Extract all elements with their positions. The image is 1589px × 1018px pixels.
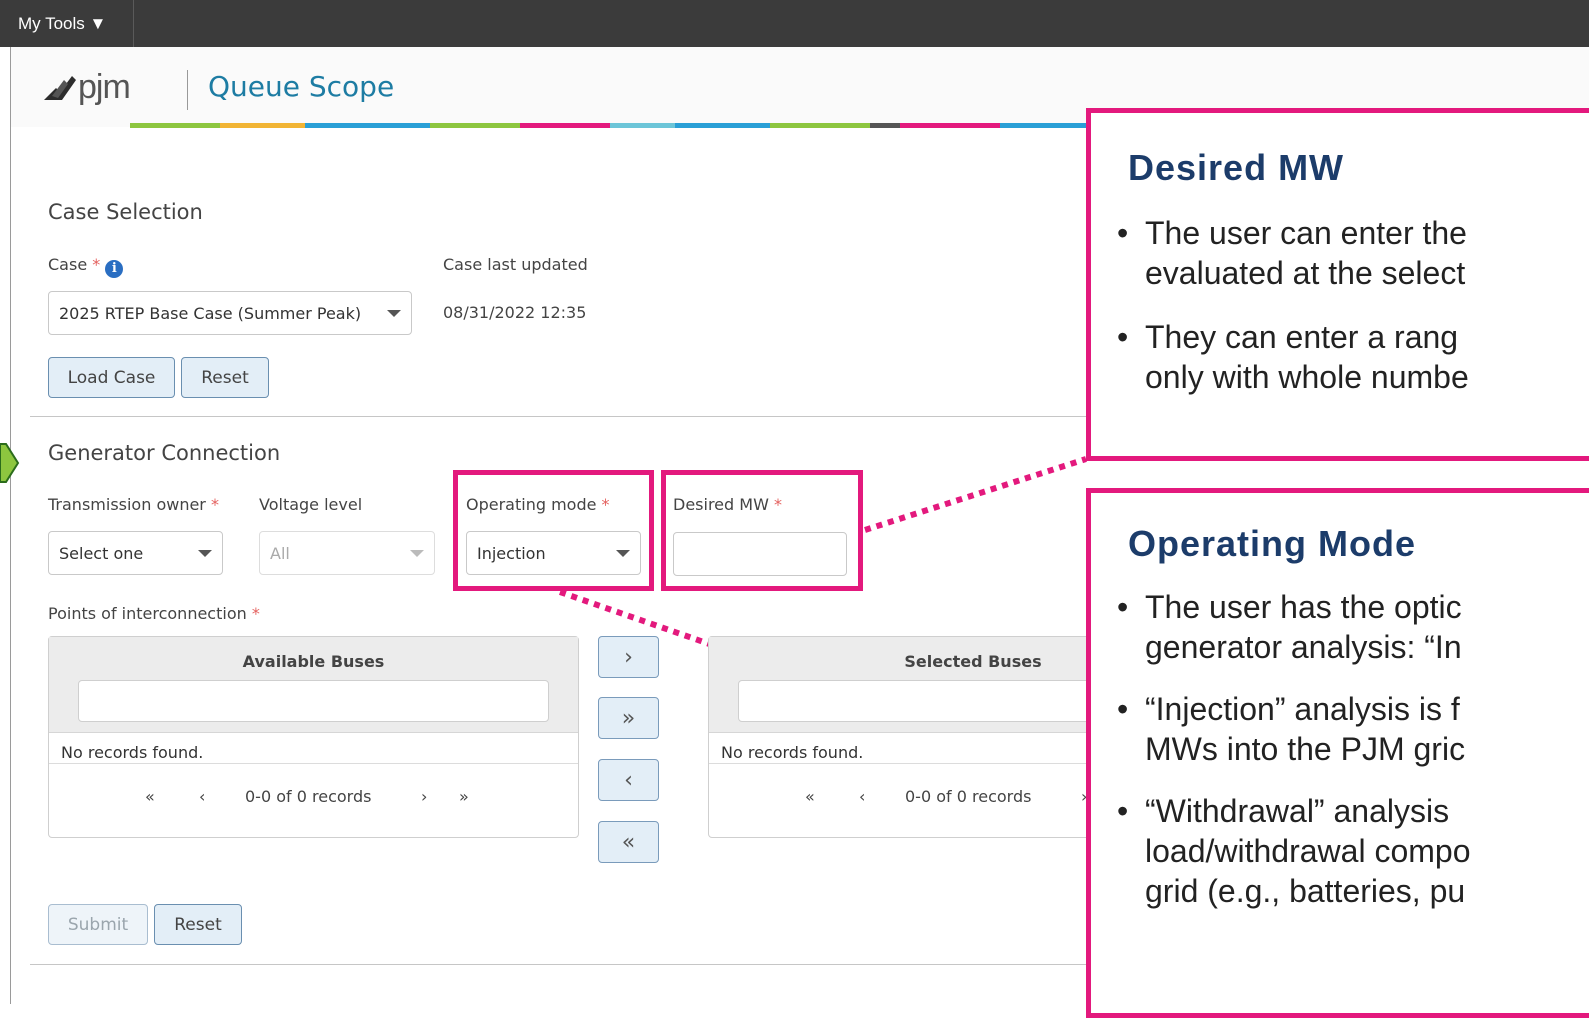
- move-one-left-button[interactable]: ‹: [598, 759, 659, 801]
- callout-bullet-text: “Withdrawal” analysis: [1145, 793, 1450, 829]
- callout-bullet-continued: grid (e.g., batteries, pu: [1145, 873, 1466, 909]
- move-all-right-button[interactable]: »: [598, 697, 659, 739]
- callout-bullet: • They can enter a rang: [1117, 317, 1459, 357]
- bullet-dot: •: [1117, 589, 1129, 625]
- available-buses-title: Available Buses: [242, 652, 385, 671]
- operating-mode-callout-title: Operating Mode: [1128, 523, 1417, 564]
- available-buses-search[interactable]: [78, 680, 549, 722]
- pager-first-button[interactable]: «: [805, 787, 815, 806]
- callout-bullet-continued: MWs into the PJM gric: [1145, 731, 1466, 767]
- pager-prev-button[interactable]: ‹: [199, 787, 205, 806]
- submit-button[interactable]: Submit: [48, 904, 148, 945]
- selected-buses-header: Selected Buses: [709, 637, 1138, 733]
- callout-bullet: • “Injection” analysis is f: [1117, 689, 1460, 729]
- move-one-right-button[interactable]: ›: [598, 636, 659, 678]
- section-divider: [30, 964, 1120, 965]
- callout-bullet-text: They can enter a rang: [1145, 319, 1459, 355]
- callout-bullet-continued: generator analysis: “In: [1145, 629, 1462, 665]
- points-of-interconnection-label: Points of interconnection *: [48, 604, 260, 623]
- pager-status: 0-0 of 0 records: [245, 787, 372, 806]
- callout-bullet-continued: load/withdrawal compo: [1145, 833, 1471, 869]
- operating-mode-callout: Operating Mode • The user has the optic g…: [1086, 488, 1589, 1018]
- available-buses-panel: Available Buses No records found. « ‹ 0-…: [48, 636, 579, 838]
- callout-bullet-continued: evaluated at the select: [1145, 255, 1466, 291]
- pager-next-button[interactable]: ›: [421, 787, 427, 806]
- selected-no-records: No records found.: [721, 743, 864, 762]
- desired-mw-callout: Desired MW • The user can enter the evalu…: [1086, 108, 1589, 461]
- desired-mw-callout-title: Desired MW: [1128, 147, 1345, 188]
- selected-buses-search[interactable]: [738, 680, 1138, 722]
- callout-bullet: • “Withdrawal” analysis: [1117, 791, 1450, 831]
- callout-bullet-continued: only with whole numbe: [1145, 359, 1469, 395]
- pager-prev-button[interactable]: ‹: [859, 787, 865, 806]
- required-mark: *: [251, 604, 260, 623]
- callout-bullet-text: The user has the optic: [1145, 589, 1462, 625]
- available-no-records: No records found.: [61, 743, 204, 762]
- callout-bullet: • The user has the optic: [1117, 587, 1462, 627]
- bullet-dot: •: [1117, 691, 1129, 727]
- pager-first-button[interactable]: «: [145, 787, 155, 806]
- selected-buses-panel: Selected Buses No records found. « ‹ 0-0…: [708, 636, 1138, 838]
- bullet-dot: •: [1117, 319, 1129, 355]
- callout-bullet-text: “Injection” analysis is f: [1145, 691, 1460, 727]
- pager-status: 0-0 of 0 records: [905, 787, 1032, 806]
- available-pager: « ‹ 0-0 of 0 records › »: [49, 763, 578, 837]
- bullet-dot: •: [1117, 215, 1129, 251]
- available-buses-header: Available Buses: [49, 637, 578, 733]
- move-all-left-button[interactable]: «: [598, 821, 659, 863]
- pager-last-button[interactable]: »: [459, 787, 469, 806]
- selected-pager: « ‹ 0-0 of 0 records ›: [709, 763, 1127, 837]
- callout-bullet-text: The user can enter the: [1145, 215, 1467, 251]
- generator-reset-button[interactable]: Reset: [154, 904, 242, 945]
- callout-bullet: • The user can enter the: [1117, 213, 1467, 253]
- desired-mw-connector: [864, 456, 1087, 533]
- bullet-dot: •: [1117, 793, 1129, 829]
- points-label-text: Points of interconnection: [48, 604, 247, 623]
